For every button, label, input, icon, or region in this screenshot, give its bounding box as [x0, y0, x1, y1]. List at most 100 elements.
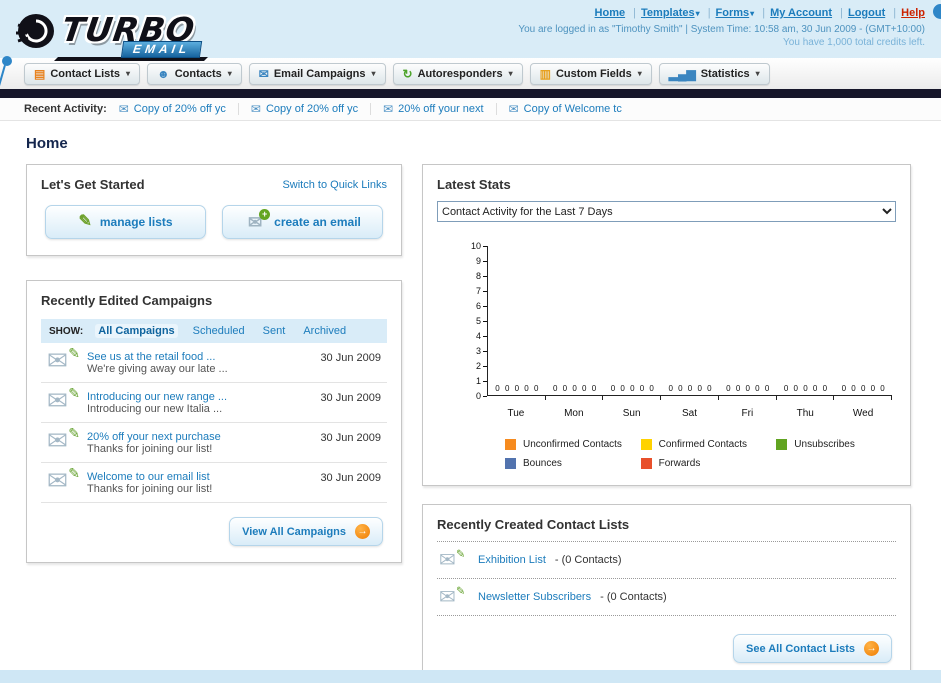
filter-scheduled[interactable]: Scheduled: [190, 324, 248, 338]
contact-lists-panel: Recently Created Contact Lists ✉ ✎ Exhibi…: [422, 504, 911, 670]
tab-autoresponders[interactable]: ↻ Autoresponders ▾: [392, 62, 523, 85]
get-started-panel: Let's Get Started Switch to Quick Links …: [26, 164, 402, 256]
recent-activity-item: ✉ Copy of 20% off yc: [237, 103, 358, 115]
legend-swatch-unsubscribes: [776, 439, 788, 450]
person-icon: ☻: [157, 66, 170, 81]
campaign-title-link[interactable]: 20% off your next purchase: [87, 431, 310, 443]
filter-sent[interactable]: Sent: [260, 324, 289, 338]
manage-lists-button[interactable]: ✎ manage lists: [45, 205, 206, 239]
chevron-down-icon: ▾: [695, 9, 700, 18]
campaign-subtitle: Introducing our new Italia ...: [87, 403, 223, 415]
turbo-email-logo[interactable]: TURBO EMAIL: [12, 4, 208, 61]
campaign-title-link[interactable]: Introducing our new range ...: [87, 391, 310, 403]
filter-archived[interactable]: Archived: [300, 324, 349, 338]
campaign-title-link[interactable]: See us at the retail food ...: [87, 351, 310, 363]
tab-contact-lists[interactable]: ▤ Contact Lists ▾: [24, 62, 141, 85]
contact-list-item: ✉ ✎ Newsletter Subscribers - (0 Contacts): [437, 579, 896, 616]
tab-statistics[interactable]: ▂▄▆ Statistics ▾: [658, 62, 770, 85]
campaign-subtitle: Thanks for joining our list!: [87, 483, 213, 495]
contact-list-item: ✉ ✎ Exhibition List - (0 Contacts): [437, 542, 896, 579]
credits-info: You have 1,000 total credits left.: [783, 37, 925, 48]
top-link-forms[interactable]: Forms: [716, 7, 750, 19]
recent-activity-bar: Recent Activity: ✉ Copy of 20% off yc ✉ …: [0, 98, 941, 121]
top-link-templates[interactable]: Templates: [641, 7, 695, 19]
contact-list-link[interactable]: Newsletter Subscribers: [478, 591, 591, 603]
legend-swatch-confirmed: [640, 439, 652, 450]
create-email-label: create an email: [274, 215, 361, 229]
chevron-down-icon: ▾: [750, 9, 755, 18]
tab-label: Email Campaigns: [273, 67, 366, 80]
tab-label: Custom Fields: [555, 67, 632, 80]
autoresponder-icon: ↻: [402, 66, 413, 81]
campaign-title-link[interactable]: Welcome to our email list: [87, 471, 310, 483]
see-all-contact-lists-button[interactable]: See All Contact Lists →: [732, 634, 892, 663]
create-email-button[interactable]: ✉ + create an email: [222, 205, 383, 239]
nav-divider-bar: [0, 89, 941, 98]
manage-lists-label: manage lists: [99, 215, 173, 229]
contact-list-link[interactable]: Exhibition List: [478, 554, 546, 566]
screen-annotation-dot: [933, 4, 941, 19]
filter-all-campaigns[interactable]: All Campaigns: [95, 324, 178, 338]
latest-stats-panel: Latest Stats Contact Activity for the La…: [422, 164, 911, 486]
contact-lists-title: Recently Created Contact Lists: [437, 517, 630, 532]
campaigns-title: Recently Edited Campaigns: [41, 293, 213, 308]
legend-swatch-unconfirmed: [505, 439, 516, 450]
login-info: You are logged in as "Timothy Smith" | S…: [518, 24, 925, 35]
edit-campaign-icon: ✉ ✎: [47, 385, 80, 415]
chart-y-axis: 10 9 8 7 6 5 4 3 2 1 0: [465, 241, 487, 401]
custom-field-icon: ▥: [539, 66, 551, 81]
top-link-help[interactable]: Help: [901, 7, 925, 19]
top-link-home[interactable]: Home: [595, 7, 626, 19]
recent-activity-link[interactable]: Copy of 20% off yc: [134, 103, 226, 115]
chart-plot-area: 0 0 0 0 0 0 0 0 0 0 0 0 0 0 0 0 0 0 0 0 …: [487, 246, 892, 400]
legend-item: Confirmed Contacts: [640, 439, 773, 450]
chart-day-column: 0 0 0 0 0: [546, 246, 604, 400]
turbo-swirl-icon: [16, 14, 54, 48]
stats-range-select[interactable]: Contact Activity for the Last 7 Days: [437, 201, 896, 222]
see-all-contact-lists-label: See All Contact Lists: [745, 642, 855, 655]
top-nav: Home Templates▾ Forms▾ My Account Logout…: [518, 7, 925, 19]
main-content: Home Let's Get Started Switch to Quick L…: [0, 121, 941, 670]
campaign-date: 30 Jun 2009: [320, 392, 381, 404]
chevron-down-icon: ▾: [371, 69, 376, 78]
view-all-campaigns-button[interactable]: View All Campaigns →: [229, 517, 383, 546]
arrow-right-icon: →: [864, 641, 879, 656]
contact-list-count: - (0 Contacts): [554, 554, 622, 566]
legend-item: Unsubscribes: [776, 439, 886, 450]
envelope-plus-icon: ✉ +: [244, 209, 271, 231]
bar-chart-icon: ▂▄▆: [668, 66, 696, 81]
campaign-date: 30 Jun 2009: [320, 472, 381, 484]
switch-quick-links-link[interactable]: Switch to Quick Links: [282, 179, 387, 191]
recent-activity-link[interactable]: Copy of 20% off yc: [266, 103, 358, 115]
tab-email-campaigns[interactable]: ✉ Email Campaigns ▾: [248, 62, 386, 85]
recent-campaigns-panel: Recently Edited Campaigns SHOW: All Camp…: [26, 280, 402, 563]
chevron-down-icon: ▾: [637, 69, 642, 78]
campaign-date: 30 Jun 2009: [320, 432, 381, 444]
recent-activity-label: Recent Activity:: [24, 103, 107, 115]
edit-campaign-icon: ✉ ✎: [47, 465, 80, 495]
recent-activity-link[interactable]: Copy of Welcome tc: [524, 103, 622, 115]
tab-label: Contacts: [174, 67, 222, 80]
envelope-icon: ✉: [383, 102, 394, 116]
chart-legend: Unconfirmed Contacts Confirmed Contacts …: [505, 439, 886, 469]
tab-custom-fields[interactable]: ▥ Custom Fields ▾: [529, 62, 652, 85]
chart-day-column: 0 0 0 0 0: [488, 246, 546, 400]
top-link-my-account[interactable]: My Account: [770, 7, 832, 19]
campaign-row: ✉ ✎ Introducing our new range ... Introdu…: [41, 383, 387, 423]
envelope-icon: ✉: [508, 102, 519, 116]
legend-item: Bounces: [505, 458, 637, 469]
legend-item: Forwards: [640, 458, 773, 469]
campaigns-filter-bar: SHOW: All Campaigns Scheduled Sent Archi…: [41, 319, 387, 343]
campaign-subtitle: Thanks for joining our list!: [87, 443, 213, 455]
tab-contacts[interactable]: ☻ Contacts ▾: [147, 62, 242, 85]
chevron-down-icon: ▾: [508, 69, 513, 78]
legend-swatch-forwards: [640, 458, 652, 469]
top-link-logout[interactable]: Logout: [848, 7, 885, 19]
recent-activity-item: ✉ Copy of 20% off yc: [119, 103, 226, 115]
header: TURBO EMAIL Home Templates▾ Forms▾ My Ac…: [0, 0, 941, 61]
edit-list-icon: ✉ ✎: [439, 584, 466, 609]
recent-activity-link[interactable]: 20% off your next: [398, 103, 483, 115]
edit-campaign-icon: ✉ ✎: [47, 425, 80, 455]
recent-activity-item: ✉ Copy of Welcome tc: [495, 102, 622, 116]
chart-day-column: 0 0 0 0 0: [603, 246, 661, 400]
